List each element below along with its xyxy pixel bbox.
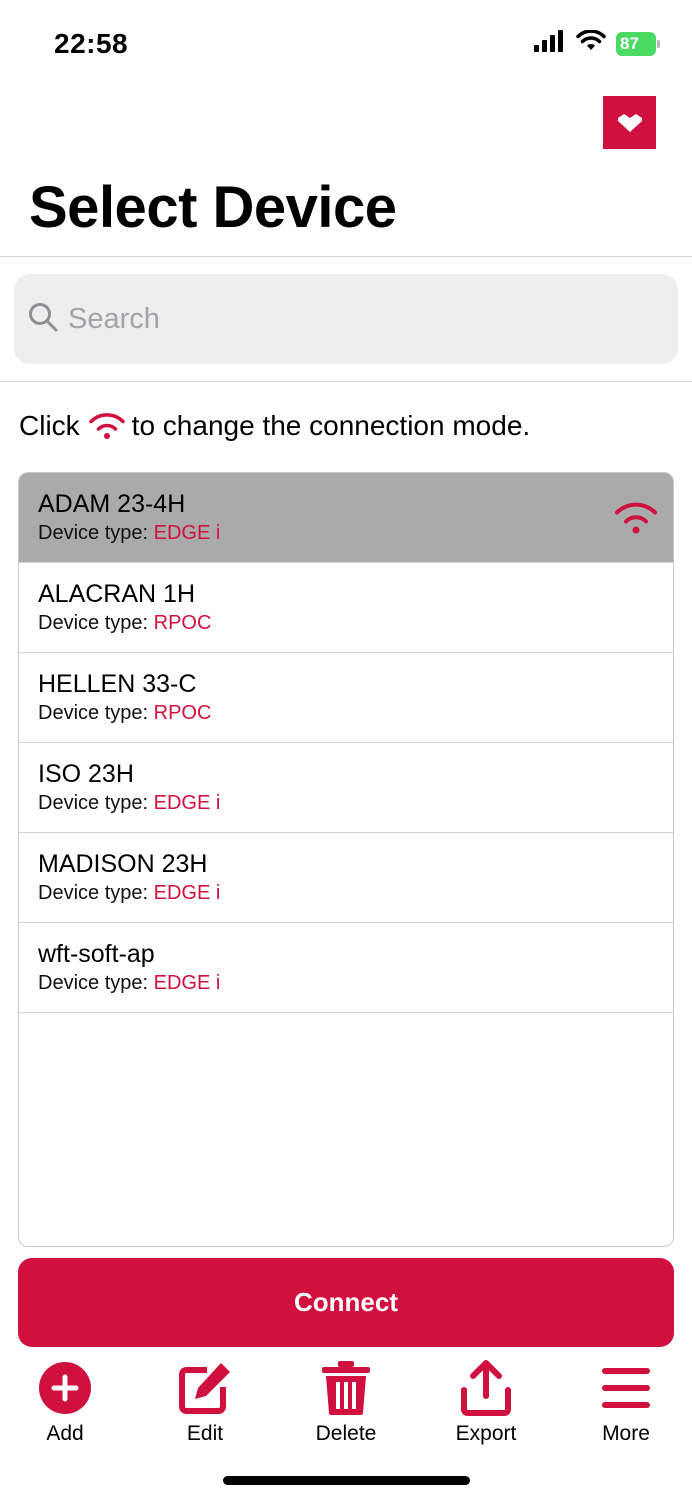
more-label: More <box>602 1422 650 1445</box>
device-type-label: Device type: <box>38 522 149 544</box>
hint-prefix: Click <box>19 410 80 441</box>
device-name: ADAM 23-4H <box>38 490 186 518</box>
wifi-icon <box>88 412 126 440</box>
search-bar[interactable] <box>14 274 678 364</box>
share-icon <box>456 1358 516 1418</box>
device-row[interactable]: ALACRAN 1H Device type: RPOC <box>19 563 673 653</box>
device-type-value: EDGE i <box>153 882 221 904</box>
device-type-value: EDGE i <box>153 972 221 994</box>
battery-level: 87 <box>616 31 656 56</box>
device-type: Device type: EDGE i <box>38 522 220 545</box>
export-button[interactable]: Export <box>426 1352 546 1452</box>
bottom-toolbar: Add Edit Delete Export More <box>0 1352 692 1452</box>
device-type-value: RPOC <box>153 612 212 634</box>
device-type-label: Device type: <box>38 702 149 724</box>
device-type-label: Device type: <box>38 792 149 814</box>
device-type: Device type: EDGE i <box>38 882 220 905</box>
connection-mode-wifi-icon[interactable] <box>613 501 659 540</box>
brand-logo[interactable] <box>603 96 656 149</box>
plus-circle-icon <box>35 1358 95 1418</box>
device-row[interactable]: HELLEN 33-C Device type: RPOC <box>19 653 673 743</box>
delete-button[interactable]: Delete <box>286 1352 406 1452</box>
device-type: Device type: RPOC <box>38 612 211 635</box>
device-type-label: Device type: <box>38 612 149 634</box>
device-type-value: EDGE i <box>153 792 221 814</box>
device-name: HELLEN 33-C <box>38 670 197 698</box>
home-indicator[interactable] <box>223 1476 470 1485</box>
hint-suffix: to change the connection mode. <box>131 410 531 441</box>
status-indicators: 87 <box>534 29 660 57</box>
more-button[interactable]: More <box>566 1352 686 1452</box>
export-label: Export <box>455 1422 517 1445</box>
device-row[interactable]: ISO 23H Device type: EDGE i <box>19 743 673 833</box>
delete-label: Delete <box>315 1422 377 1445</box>
device-type-label: Device type: <box>38 972 149 994</box>
device-type: Device type: RPOC <box>38 702 211 725</box>
device-row-selected[interactable]: ADAM 23-4H Device type: EDGE i <box>19 473 673 563</box>
page-title: Select Device <box>29 175 397 240</box>
cellular-signal-icon <box>534 30 566 57</box>
device-name: ALACRAN 1H <box>38 580 195 608</box>
status-time: 22:58 <box>54 28 129 59</box>
divider <box>0 381 692 382</box>
add-label: Add <box>46 1422 84 1445</box>
menu-icon <box>596 1358 656 1418</box>
edit-icon <box>175 1358 235 1418</box>
edit-label: Edit <box>186 1422 224 1445</box>
battery-icon: 87 <box>616 31 660 56</box>
device-row[interactable]: MADISON 23H Device type: EDGE i <box>19 833 673 923</box>
device-name: ISO 23H <box>38 760 134 788</box>
device-name: MADISON 23H <box>38 850 208 878</box>
device-type: Device type: EDGE i <box>38 792 220 815</box>
device-list[interactable]: ADAM 23-4H Device type: EDGE i ALACRAN 1… <box>18 472 674 1247</box>
search-input[interactable] <box>68 302 628 336</box>
connect-button[interactable]: Connect <box>18 1258 674 1347</box>
device-type-label: Device type: <box>38 882 149 904</box>
trash-icon <box>316 1358 376 1418</box>
device-row[interactable]: wft-soft-ap Device type: EDGE i <box>19 923 673 1013</box>
search-icon <box>28 302 58 337</box>
add-button[interactable]: Add <box>5 1352 125 1452</box>
device-name: wft-soft-ap <box>38 940 155 968</box>
device-type: Device type: EDGE i <box>38 972 220 995</box>
status-bar: 22:58 87 <box>0 0 692 90</box>
wifi-status-icon <box>576 29 606 57</box>
edit-button[interactable]: Edit <box>145 1352 265 1452</box>
device-type-value: RPOC <box>153 702 212 724</box>
device-type-value: EDGE i <box>153 522 221 544</box>
divider <box>0 256 692 257</box>
heart-chevron-icon <box>617 113 642 132</box>
connection-mode-hint: Click to change the connection mode. <box>19 410 530 442</box>
